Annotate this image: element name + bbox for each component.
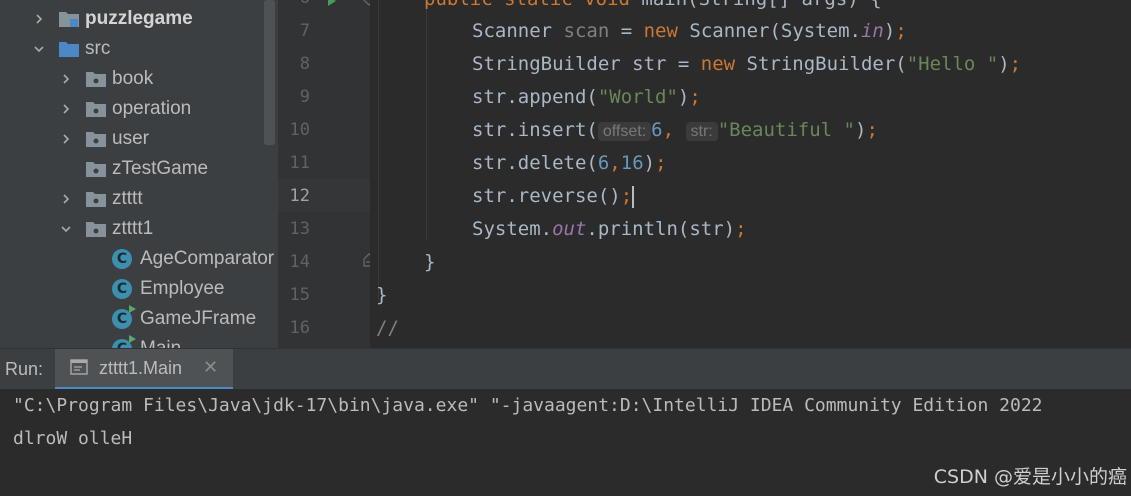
tree-item-label: user	[112, 128, 149, 149]
tree-item-gamejframe[interactable]: C GameJFrame	[112, 304, 256, 334]
tree-item-operation[interactable]: operation	[61, 94, 191, 124]
line-number: 9	[299, 87, 310, 107]
tree-item-label: AgeComparator	[140, 248, 275, 269]
package-icon	[85, 100, 107, 118]
code-line-9[interactable]: str.append("World");	[472, 81, 701, 114]
package-icon	[85, 190, 107, 208]
tree-item-puzzlegame[interactable]: puzzlegame	[34, 4, 193, 34]
tree-item-ztestgame[interactable]: zTestGame	[85, 154, 208, 184]
code-line-12[interactable]: str.reverse();	[472, 180, 635, 213]
runnable-class-icon: C	[112, 305, 136, 329]
code-line-10[interactable]: str.insert(offset: 6, str: "Beautiful ");	[472, 114, 878, 147]
chevron-right-icon[interactable]	[61, 194, 71, 204]
class-icon: C	[112, 279, 132, 299]
package-icon	[85, 220, 107, 238]
tree-item-label: operation	[112, 98, 192, 119]
tree-item-agecomparator[interactable]: C AgeComparator	[112, 244, 274, 274]
indent-guide	[378, 0, 379, 300]
chevron-right-icon[interactable]	[61, 74, 71, 84]
parameter-hint: offset:	[597, 122, 652, 141]
project-tree: puzzlegame src book operation user zTest…	[0, 0, 278, 348]
class-icon: C	[112, 249, 132, 269]
tree-item-label: puzzlegame	[85, 8, 193, 29]
code-line-8[interactable]: StringBuilder str = new StringBuilder("H…	[472, 48, 1021, 81]
line-number: 15	[289, 285, 310, 305]
chevron-down-icon[interactable]	[34, 44, 44, 54]
tree-item-ztttt[interactable]: ztttt	[61, 184, 143, 214]
package-icon	[85, 70, 107, 88]
code-line-6[interactable]: public static void main(String[] args) {	[424, 0, 882, 16]
source-folder-icon	[58, 40, 80, 58]
code-line-14[interactable]: }	[424, 246, 435, 279]
run-label: Run:	[5, 359, 44, 379]
package-icon	[85, 160, 107, 178]
run-toolbar: Run: ztttt1.Main ✕	[0, 348, 1131, 390]
tree-item-src[interactable]: src	[34, 34, 110, 64]
tree-item-label: zTestGame	[112, 158, 209, 179]
runnable-class-icon: C	[112, 335, 136, 348]
close-icon[interactable]: ✕	[203, 357, 218, 378]
tree-item-employee[interactable]: C Employee	[112, 274, 225, 304]
line-number: 6	[278, 0, 310, 8]
line-number: 8	[299, 54, 310, 74]
tree-item-label: Main	[140, 338, 181, 348]
run-tab-ztttt1-main[interactable]: ztttt1.Main ✕	[55, 349, 233, 390]
line-number: 16	[289, 318, 310, 338]
line-number: 10	[289, 120, 310, 140]
code-line-7[interactable]: Scanner scan = new Scanner(System.in);	[472, 15, 907, 48]
tree-item-label: Employee	[140, 278, 225, 299]
line-number: 11	[289, 153, 310, 173]
watermark: CSDN @爱是小小的癌	[933, 466, 1127, 488]
tree-item-ztttt1[interactable]: ztttt1	[61, 214, 153, 244]
chevron-down-icon[interactable]	[61, 224, 71, 234]
module-folder-icon	[58, 10, 80, 28]
chevron-right-icon[interactable]	[61, 134, 71, 144]
parameter-hint: str:	[685, 122, 718, 141]
tree-item-label: ztttt	[112, 188, 143, 209]
code-line-11[interactable]: str.delete(6,16);	[472, 147, 667, 180]
console-line: dlroW olleH	[13, 428, 133, 449]
line-number: 7	[299, 21, 310, 41]
line-number: 13	[289, 219, 310, 239]
code-editor[interactable]: public static void main(String[] args) {…	[370, 0, 1131, 348]
code-line-15[interactable]: }	[376, 279, 387, 312]
line-number: 14	[289, 252, 310, 272]
chevron-right-icon[interactable]	[61, 104, 71, 114]
editor-gutter: 6 7 8 9 10 11 12 13 14 15 16	[278, 0, 375, 348]
tree-scrollbar[interactable]	[264, 0, 275, 145]
tree-item-label: GameJFrame	[140, 308, 257, 329]
line-number-current: 12	[289, 186, 310, 206]
run-tab-label: ztttt1.Main	[99, 358, 183, 378]
indent-guide	[426, 0, 427, 240]
tree-item-main[interactable]: C Main	[112, 334, 181, 348]
code-line-13[interactable]: System.out.println(str);	[472, 213, 747, 246]
text-caret	[632, 185, 635, 208]
console-icon	[70, 359, 88, 375]
tree-item-label: ztttt1	[112, 218, 154, 239]
tree-item-book[interactable]: book	[61, 64, 153, 94]
tree-item-user[interactable]: user	[61, 124, 149, 154]
console-line: "C:\Program Files\Java\jdk-17\bin\java.e…	[13, 395, 1043, 416]
run-gutter-icon[interactable]	[326, 0, 338, 12]
code-line-16[interactable]: //	[376, 312, 399, 345]
chevron-right-icon[interactable]	[34, 14, 44, 24]
tree-item-label: book	[112, 68, 154, 89]
package-icon	[85, 130, 107, 148]
tree-item-label: src	[85, 38, 111, 59]
